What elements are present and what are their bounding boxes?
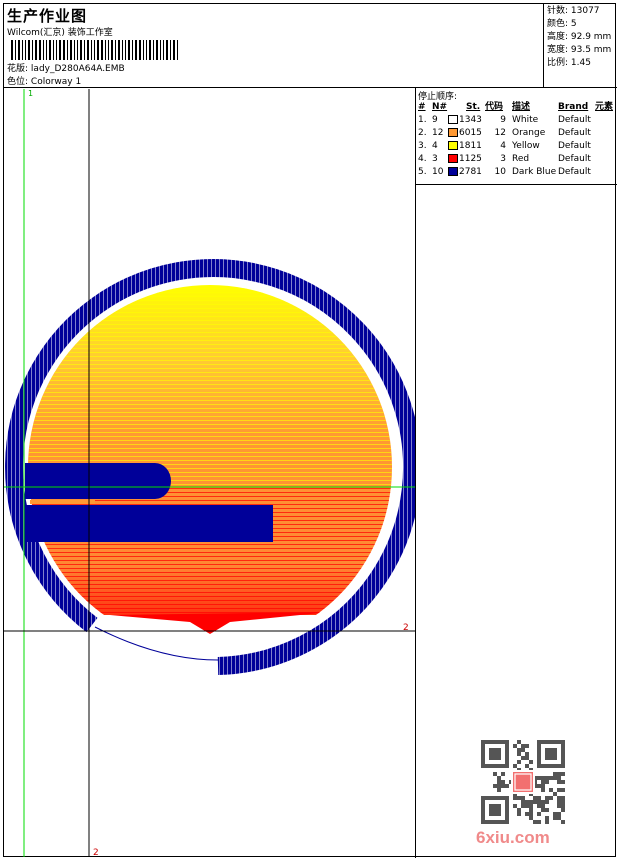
row-description: Red <box>512 154 530 164</box>
row-brand: Default <box>558 154 591 164</box>
table-row: 2. 12 6015 12 Orange Default <box>418 127 616 140</box>
row-stitches: 1343 <box>459 115 482 125</box>
table-row: 3. 4 1811 4 Yellow Default <box>418 140 616 153</box>
barcode <box>11 40 180 60</box>
row-index: 2. <box>418 128 427 138</box>
design-value: lady_D280A64A.EMB <box>30 64 125 74</box>
row-code: 12 <box>494 128 506 138</box>
row-index: 3. <box>418 141 427 151</box>
jump-thread <box>94 626 219 661</box>
company-name: Wilcom(汇京) 装饰工作室 <box>7 28 113 38</box>
divider <box>415 88 416 858</box>
color-swatch <box>448 167 458 176</box>
row-description: White <box>512 115 539 125</box>
row-index: 1. <box>418 115 427 125</box>
col-code: 代码 <box>485 102 504 112</box>
watermark-logo: 6xiu.com <box>476 828 550 848</box>
table-header: # N# St. 代码 描述 Brand 元素 <box>418 101 616 114</box>
design-height: 高度: 92.9 mm <box>547 32 612 42</box>
watermark-text: 6xiu.com <box>476 828 550 847</box>
table-row: 5. 10 2781 10 Dark Blue Default <box>418 166 616 179</box>
col-stitches: St. <box>466 102 481 112</box>
header: 生产作业图 Wilcom(汇京) 装饰工作室 花版: lady_D280A64A… <box>3 3 543 88</box>
row-needle: 9 <box>432 115 438 125</box>
design-scale: 比例: 1.45 <box>547 58 591 68</box>
col-description: 描述 <box>512 102 531 112</box>
table-row: 1. 9 1343 9 White Default <box>418 114 616 127</box>
row-stitches: 1811 <box>459 141 482 151</box>
row-description: Orange <box>512 128 546 138</box>
row-needle: 4 <box>432 141 438 151</box>
row-description: Dark Blue <box>512 167 557 177</box>
row-code: 3 <box>500 154 506 164</box>
row-brand: Default <box>558 141 591 151</box>
marker-red-right: 2 <box>403 623 409 633</box>
col-needle: N# <box>432 102 448 112</box>
row-description: Yellow <box>512 141 540 151</box>
row-code: 9 <box>500 115 506 125</box>
marker-green-top: 1 <box>28 89 33 98</box>
blue-bar-top <box>25 463 171 499</box>
design-canvas: 1 2 2 <box>4 89 415 857</box>
bar-gap <box>30 500 95 504</box>
color-swatch <box>448 128 458 137</box>
colorway-value: Colorway 1 <box>30 77 82 87</box>
sun-fill <box>28 285 392 634</box>
row-brand: Default <box>558 128 591 138</box>
row-brand: Default <box>558 167 591 177</box>
row-stitches: 2781 <box>459 167 482 177</box>
color-swatch <box>448 115 458 124</box>
design-width: 宽度: 93.5 mm <box>547 45 612 55</box>
row-needle: 12 <box>432 128 444 138</box>
color-count: 颜色: 5 <box>547 19 577 29</box>
col-brand: Brand <box>558 102 589 112</box>
design-info: 针数: 13077 颜色: 5 高度: 92.9 mm 宽度: 93.5 mm … <box>543 3 617 88</box>
row-code: 4 <box>500 141 506 151</box>
row-needle: 3 <box>432 154 438 164</box>
qr-code <box>481 740 565 824</box>
color-swatch <box>448 141 458 150</box>
row-code: 10 <box>494 167 506 177</box>
colorway-label: 色位: <box>7 77 29 87</box>
row-needle: 10 <box>432 167 444 177</box>
row-index: 4. <box>418 154 427 164</box>
table-row: 4. 3 1125 3 Red Default <box>418 153 616 166</box>
col-index: # <box>418 102 426 112</box>
marker-red-bottom: 2 <box>93 848 99 857</box>
colorway: 色位: Colorway 1 <box>7 74 81 87</box>
row-stitches: 1125 <box>459 154 482 164</box>
page-title: 生产作业图 <box>7 7 88 25</box>
color-sequence-table: 停止顺序: # N# St. 代码 描述 Brand 元素 1. 9 1343 … <box>416 88 617 185</box>
row-brand: Default <box>558 115 591 125</box>
blue-bar-bottom <box>25 505 273 542</box>
col-element: 元素 <box>595 102 614 112</box>
color-swatch <box>448 154 458 163</box>
stitch-count: 针数: 13077 <box>547 6 600 16</box>
row-stitches: 6015 <box>459 128 482 138</box>
design-file: 花版: lady_D280A64A.EMB <box>7 61 125 74</box>
row-index: 5. <box>418 167 427 177</box>
design-label: 花版: <box>7 64 29 74</box>
